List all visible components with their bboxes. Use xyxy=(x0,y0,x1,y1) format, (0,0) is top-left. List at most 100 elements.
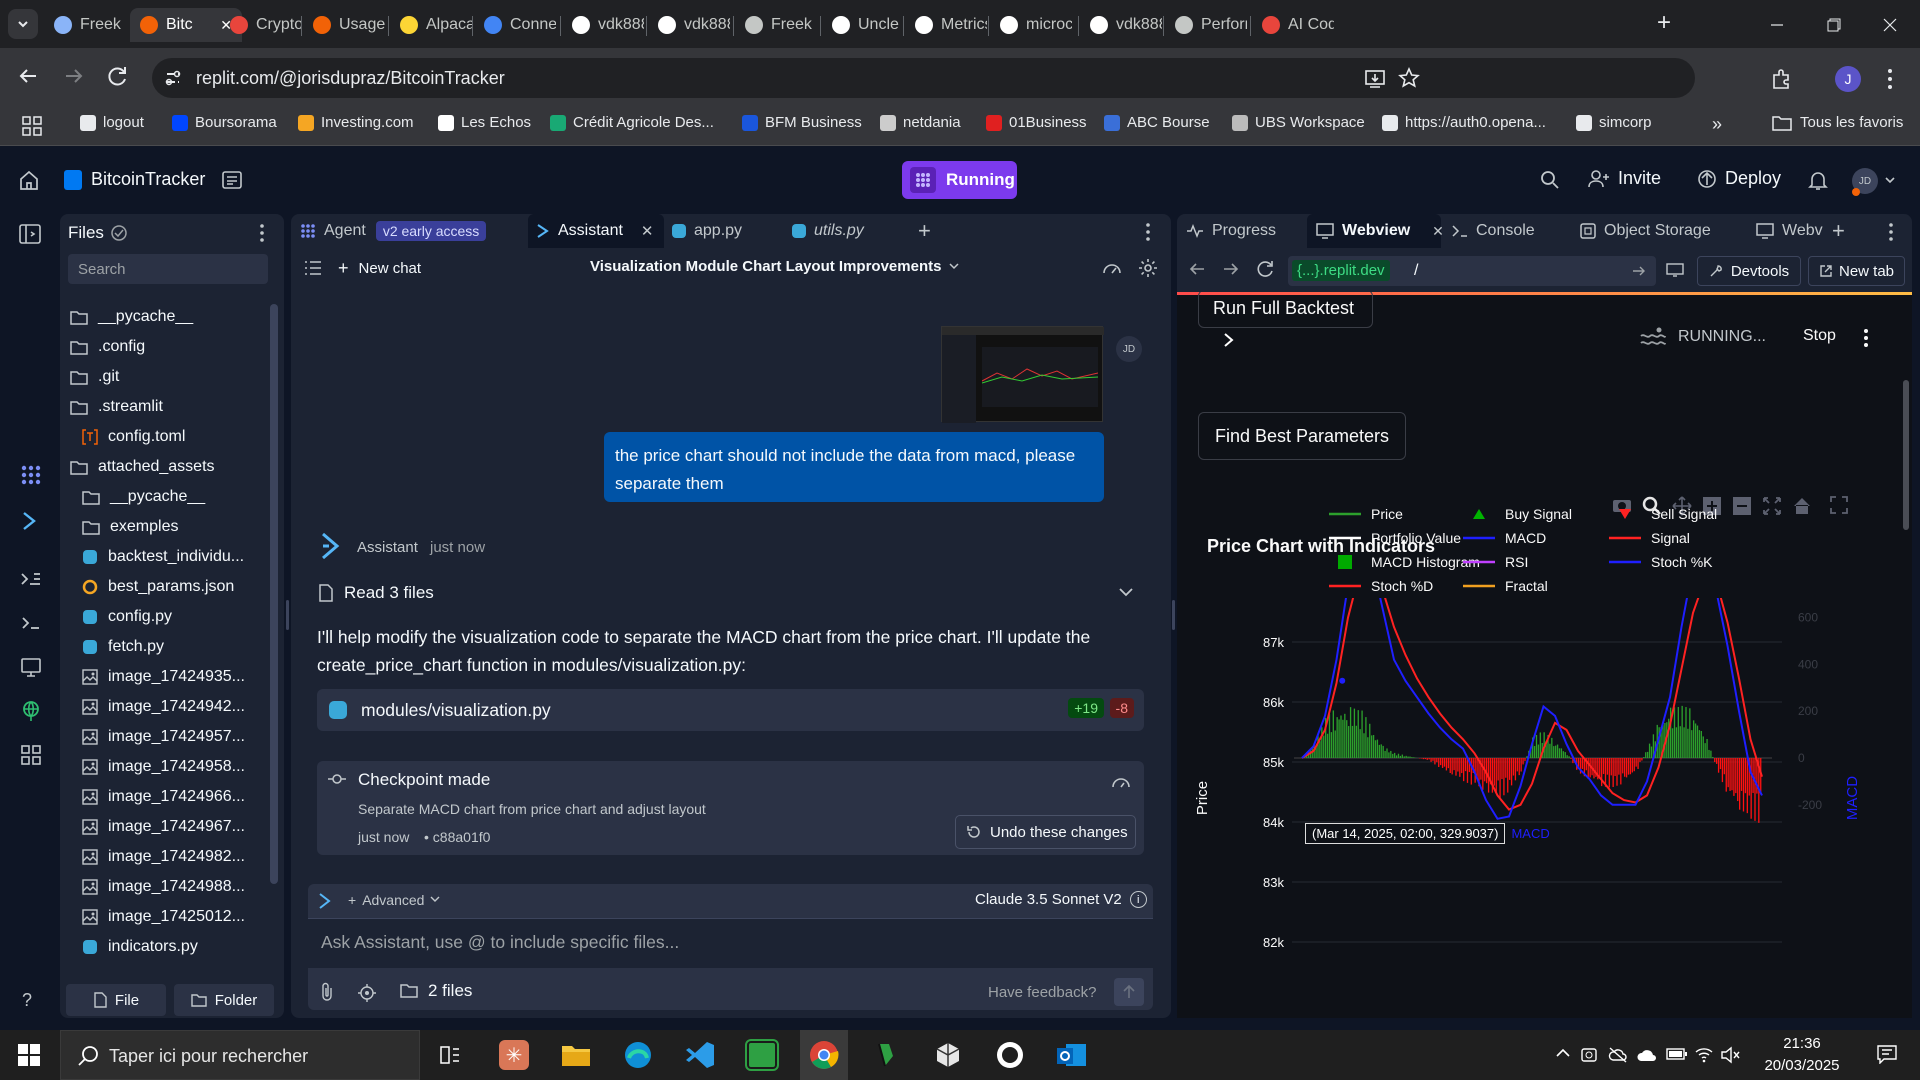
vscode-icon[interactable] xyxy=(680,1035,720,1075)
changed-file-card[interactable]: modules/visualization.py +19 -8 xyxy=(317,689,1144,731)
new-tab-button[interactable]: + xyxy=(1652,11,1676,36)
tab-app-py[interactable]: app.py xyxy=(672,214,742,248)
webview-url-input[interactable]: {...}.replit.dev / xyxy=(1288,256,1656,286)
bookmark-item[interactable]: netdania xyxy=(880,114,961,131)
clock-time[interactable]: 21:36 xyxy=(1762,1035,1842,1052)
file-search-input[interactable]: Search xyxy=(68,254,268,284)
file-tree-item[interactable]: image_17424988... xyxy=(82,873,245,901)
go-arrow-icon[interactable] xyxy=(1632,264,1646,278)
file-tree-item[interactable]: image_17424942... xyxy=(82,693,245,721)
webview-back-icon[interactable] xyxy=(1188,261,1206,277)
restore-button[interactable] xyxy=(1818,10,1848,40)
notifications-icon[interactable] xyxy=(1808,170,1828,190)
file-tree-item[interactable]: .streamlit xyxy=(70,393,163,421)
advanced-toggle[interactable]: + Advanced xyxy=(348,892,440,908)
devtools-button[interactable]: Devtools xyxy=(1697,256,1801,286)
volume-muted-icon[interactable] xyxy=(1720,1046,1740,1064)
attach-icon[interactable] xyxy=(320,982,334,1002)
add-tab-button[interactable]: + xyxy=(1832,214,1845,248)
legend-item[interactable]: RSI xyxy=(1461,554,1528,570)
webview-reload-icon[interactable] xyxy=(1257,260,1275,278)
bookmark-item[interactable]: Les Echos xyxy=(438,114,531,131)
back-button[interactable] xyxy=(14,62,42,90)
file-tree-item[interactable]: .git xyxy=(70,363,119,391)
tab-webview[interactable]: Webview ✕ xyxy=(1316,214,1444,248)
browser-tab[interactable]: vdk888 xyxy=(1080,8,1162,42)
file-tree-item[interactable]: attached_assets xyxy=(70,453,215,481)
bookmark-item[interactable]: ABC Bourse xyxy=(1104,114,1210,131)
tabs-menu-icon[interactable] xyxy=(1145,222,1151,242)
forward-button[interactable] xyxy=(60,62,88,90)
file-tree-item[interactable]: best_params.json xyxy=(82,573,234,601)
notification-center-icon[interactable] xyxy=(1876,1044,1898,1064)
attached-screenshot-thumbnail[interactable] xyxy=(941,326,1104,423)
extensions-icon[interactable] xyxy=(1770,68,1792,90)
browser-tab[interactable]: AI Cod xyxy=(1252,8,1334,42)
bookmark-item[interactable]: 01Business xyxy=(986,114,1087,131)
info-icon[interactable]: i xyxy=(1129,891,1147,908)
tab-agent[interactable]: Agent v2 early access xyxy=(300,214,487,248)
cube-app-icon[interactable] xyxy=(928,1035,968,1075)
omnibox[interactable]: replit.com/@jorisdupraz/BitcoinTracker xyxy=(152,58,1695,98)
file-tree-item[interactable]: image_17424958... xyxy=(82,753,245,781)
bookmark-item[interactable]: simcorp xyxy=(1576,114,1652,131)
legend-item[interactable]: Fractal xyxy=(1461,578,1548,594)
taskbar-app-claude-icon[interactable]: ✳ xyxy=(494,1035,534,1075)
chat-input-field[interactable]: Ask Assistant, use @ to include specific… xyxy=(308,918,1153,968)
file-tree-item[interactable]: config.py xyxy=(82,603,172,631)
browser-tab[interactable]: Metrics xyxy=(905,8,987,42)
browser-tab[interactable]: Crypto xyxy=(220,8,302,42)
right-tabs-menu-icon[interactable] xyxy=(1888,222,1894,242)
legend-item[interactable]: Price xyxy=(1327,506,1403,522)
target-icon[interactable] xyxy=(358,984,376,1002)
reload-button[interactable] xyxy=(104,62,132,90)
agent-dots-icon[interactable] xyxy=(20,464,42,486)
checkpoint-rollback-icon[interactable] xyxy=(1111,774,1131,790)
browser-tab[interactable]: Freek xyxy=(735,8,817,42)
browser-tab[interactable]: microc xyxy=(990,8,1072,42)
new-folder-button[interactable]: Folder xyxy=(174,984,274,1016)
browser-tab[interactable]: Usage xyxy=(303,8,385,42)
file-history-icon[interactable] xyxy=(110,224,128,242)
apps-grid-icon[interactable] xyxy=(22,116,42,136)
sidebar-expand-icon[interactable] xyxy=(1223,332,1235,348)
undo-changes-button[interactable]: Undo these changes xyxy=(955,815,1136,849)
legend-item[interactable]: Stoch %K xyxy=(1607,554,1712,570)
browser-menu-icon[interactable] xyxy=(1885,66,1895,92)
close-window-button[interactable] xyxy=(1875,10,1905,40)
install-app-icon[interactable] xyxy=(1364,68,1386,90)
tab-assistant[interactable]: Assistant ✕ xyxy=(536,214,654,248)
file-tree-item[interactable]: image_17424957... xyxy=(82,723,245,751)
shell-icon[interactable] xyxy=(20,568,42,590)
model-selector[interactable]: Claude 3.5 Sonnet V2 i xyxy=(975,891,1147,908)
panel-divider[interactable] xyxy=(1172,600,1175,630)
legend-item[interactable]: Stoch %D xyxy=(1327,578,1433,594)
run-button[interactable]: Running xyxy=(902,161,1017,199)
legend-item[interactable]: Buy Signal xyxy=(1461,506,1572,522)
device-preview-icon[interactable] xyxy=(1666,262,1684,278)
context-usage-icon[interactable] xyxy=(1102,259,1122,277)
chat-list-icon[interactable] xyxy=(304,260,322,276)
reset-axes-icon[interactable] xyxy=(1792,496,1812,516)
new-tab-webview-button[interactable]: New tab xyxy=(1808,256,1905,286)
bookmarks-overflow-icon[interactable]: » xyxy=(1712,114,1722,135)
webview-forward-icon[interactable] xyxy=(1222,261,1240,277)
files-scrollbar[interactable] xyxy=(270,304,278,884)
bookmark-item[interactable]: UBS Workspace xyxy=(1232,114,1365,131)
webview-scrollbar[interactable] xyxy=(1903,380,1909,530)
sidebar-toggle-icon[interactable] xyxy=(18,222,44,248)
send-button[interactable] xyxy=(1114,978,1144,1006)
camera-tray-icon[interactable] xyxy=(1580,1046,1598,1064)
bookmark-item[interactable]: logout xyxy=(80,114,144,131)
find-best-params-button[interactable]: Find Best Parameters xyxy=(1198,412,1406,460)
file-tree-item[interactable]: indicators.py xyxy=(82,933,198,961)
zoom-out-icon[interactable] xyxy=(1732,496,1752,516)
bookmark-item[interactable]: BFM Business xyxy=(742,114,862,131)
file-tree-item[interactable]: image_17425012... xyxy=(82,903,245,931)
tab-search-button[interactable] xyxy=(8,9,38,39)
search-icon[interactable] xyxy=(1540,170,1560,190)
browser-tab[interactable]: Uncle S xyxy=(822,8,904,42)
terminal-app-icon[interactable] xyxy=(742,1035,782,1075)
tray-overflow-icon[interactable] xyxy=(1556,1048,1570,1058)
file-tree-item[interactable]: __pycache__ xyxy=(70,303,193,331)
